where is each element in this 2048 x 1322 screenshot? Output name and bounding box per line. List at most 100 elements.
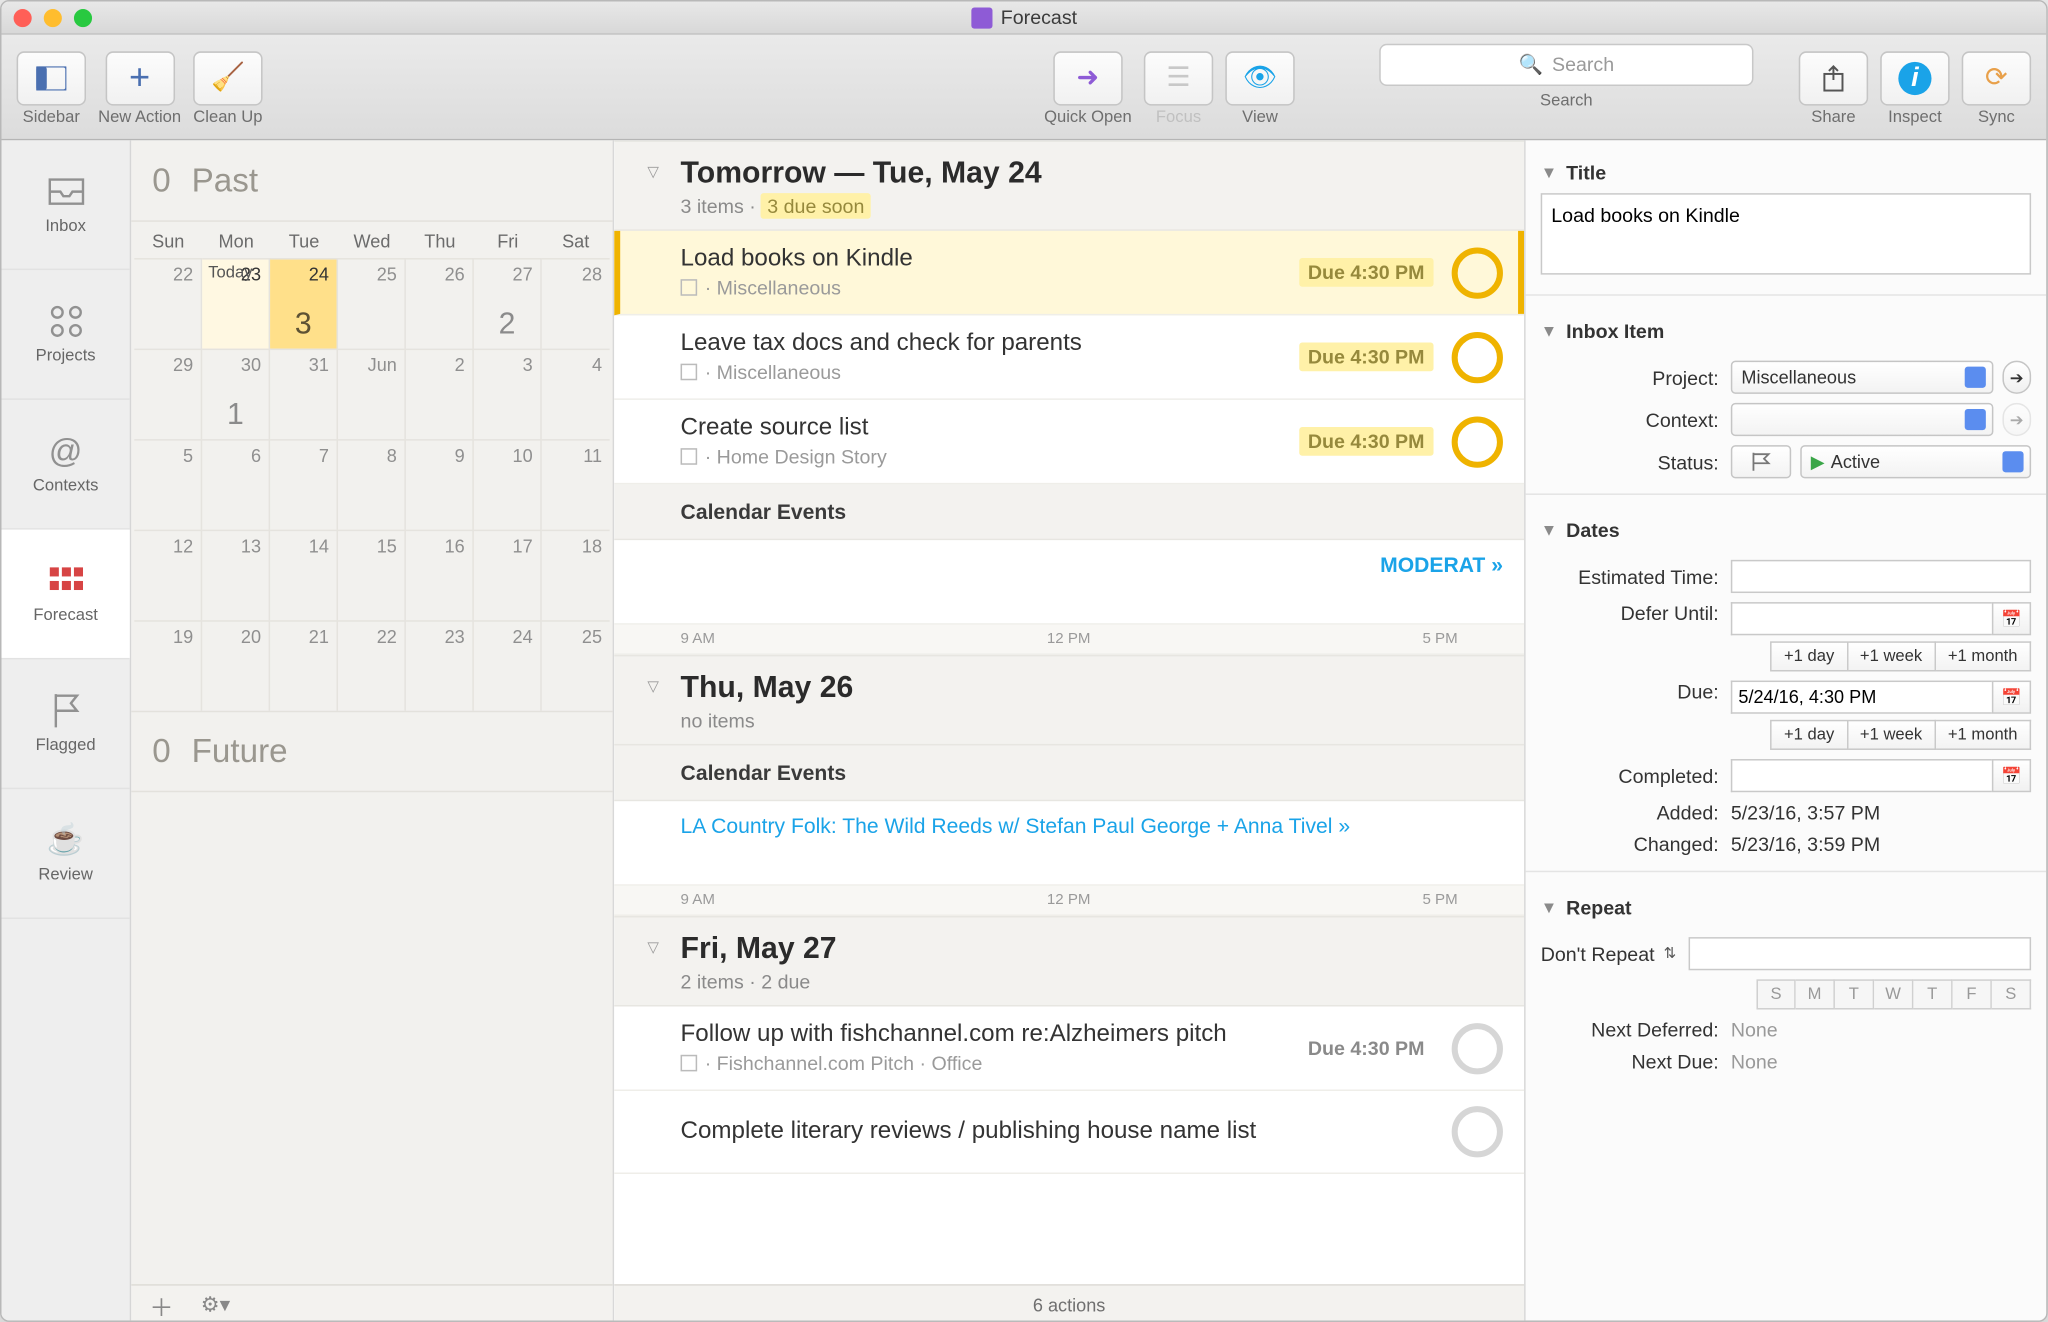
dow-toggle[interactable]: S <box>1992 979 2031 1009</box>
calendar-event[interactable]: MODERAT » <box>1380 552 1503 576</box>
future-row[interactable]: 0 Future <box>131 711 612 792</box>
calendar-cell[interactable]: 18 <box>542 530 610 621</box>
complete-checkbox[interactable] <box>1452 1106 1503 1157</box>
complete-checkbox[interactable] <box>1452 331 1503 382</box>
calendar-cell[interactable]: 20 <box>202 620 270 711</box>
calendar-cell[interactable]: 15 <box>338 530 406 621</box>
calendar-cell[interactable]: 4 <box>542 349 610 440</box>
calendar-cell[interactable]: 10 <box>474 439 542 530</box>
dow-toggle[interactable]: T <box>1913 979 1952 1009</box>
complete-checkbox[interactable] <box>1452 1022 1503 1073</box>
repeat-mode-select[interactable]: Don't Repeat⇅ <box>1541 942 1677 965</box>
title-field[interactable] <box>1541 193 2031 274</box>
calendar-cell[interactable]: 16 <box>406 530 474 621</box>
task-row[interactable]: Follow up with fishchannel.com re:Alzhei… <box>614 1007 1524 1092</box>
calendar-cell[interactable]: 5 <box>134 439 202 530</box>
calendar-icon[interactable]: 📅 <box>1992 759 2031 792</box>
date-offset-button[interactable]: +1 day <box>1770 641 1847 671</box>
inspector-dates-header[interactable]: ▼Dates <box>1541 510 2031 551</box>
context-goto-button[interactable]: ➔ <box>2002 403 2031 436</box>
dow-toggle[interactable]: W <box>1874 979 1913 1009</box>
calendar-cell[interactable]: 22 <box>134 258 202 349</box>
focus-button[interactable]: ☰ <box>1144 51 1213 105</box>
view-button[interactable]: 👁 <box>1225 51 1294 105</box>
sidebar-item-review[interactable]: ☕ Review <box>2 789 130 919</box>
sidebar-item-inbox[interactable]: Inbox <box>2 140 130 270</box>
calendar-cell[interactable]: 9 <box>406 439 474 530</box>
calendar-icon[interactable]: 📅 <box>1992 681 2031 714</box>
calendar-cell[interactable]: 8 <box>338 439 406 530</box>
day-header[interactable]: ▽Tomorrow — Tue, May 243 items · 3 due s… <box>614 140 1524 231</box>
zoom-window-button[interactable] <box>74 8 92 26</box>
calendar-cell[interactable]: 6 <box>202 439 270 530</box>
complete-checkbox[interactable] <box>1452 416 1503 467</box>
sidebar-item-projects[interactable]: Projects <box>2 270 130 400</box>
calendar-cell[interactable]: 243 <box>270 258 338 349</box>
inspector-title-header[interactable]: ▼Title <box>1541 152 2031 193</box>
close-window-button[interactable] <box>14 8 32 26</box>
complete-checkbox[interactable] <box>1452 247 1503 298</box>
calendar-cell[interactable]: 19 <box>134 620 202 711</box>
calendar-icon[interactable]: 📅 <box>1992 602 2031 635</box>
calendar-cell[interactable]: 25 <box>542 620 610 711</box>
dow-toggle[interactable]: M <box>1796 979 1835 1009</box>
project-goto-button[interactable]: ➔ <box>2002 361 2031 394</box>
calendar-event[interactable]: LA Country Folk: The Wild Reeds w/ Stefa… <box>681 813 1503 837</box>
past-row[interactable]: 0 Past <box>131 140 612 221</box>
calendar-cell[interactable]: 23Today <box>202 258 270 349</box>
calendar-cell[interactable]: 21 <box>270 620 338 711</box>
gear-icon[interactable]: ⚙▾ <box>201 1292 231 1318</box>
date-offset-button[interactable]: +1 month <box>1936 720 2031 750</box>
calendar-cell[interactable]: 17 <box>474 530 542 621</box>
defer-field[interactable] <box>1731 602 1992 635</box>
quick-open-button[interactable]: ➜ <box>1053 51 1122 105</box>
completed-field[interactable] <box>1731 759 1992 792</box>
search-field[interactable]: 🔍 Search <box>1379 43 1753 85</box>
calendar-cell[interactable]: 11 <box>542 439 610 530</box>
sidebar-item-flagged[interactable]: Flagged <box>2 659 130 789</box>
dow-toggle[interactable]: S <box>1756 979 1795 1009</box>
task-row[interactable]: Complete literary reviews / publishing h… <box>614 1091 1524 1174</box>
calendar-cell[interactable]: 29 <box>134 349 202 440</box>
inspector-repeat-header[interactable]: ▼Repeat <box>1541 887 2031 928</box>
calendar-cell[interactable]: 31 <box>270 349 338 440</box>
calendar-cell[interactable]: 7 <box>270 439 338 530</box>
sidebar-item-forecast[interactable]: Forecast <box>2 530 130 660</box>
calendar-cell[interactable]: 12 <box>134 530 202 621</box>
calendar-cell[interactable]: 25 <box>338 258 406 349</box>
calendar-cell[interactable]: 301 <box>202 349 270 440</box>
calendar-cell[interactable]: 3 <box>474 349 542 440</box>
task-row[interactable]: Load books on Kindle · MiscellaneousDue … <box>614 231 1524 316</box>
calendar-cell[interactable]: 2 <box>406 349 474 440</box>
date-offset-button[interactable]: +1 week <box>1848 720 1936 750</box>
task-row[interactable]: Leave tax docs and check for parents · M… <box>614 315 1524 400</box>
calendar-cell[interactable]: Jun <box>338 349 406 440</box>
project-select[interactable]: Miscellaneous <box>1731 361 1993 394</box>
date-offset-button[interactable]: +1 week <box>1848 641 1936 671</box>
day-header[interactable]: ▽Fri, May 272 items · 2 due <box>614 916 1524 1007</box>
status-select[interactable]: ▶Active <box>1800 445 2031 478</box>
new-action-button[interactable]: + <box>105 51 174 105</box>
calendar-cell[interactable]: 24 <box>474 620 542 711</box>
due-field[interactable] <box>1731 681 1992 714</box>
day-header[interactable]: ▽Thu, May 26no items <box>614 655 1524 746</box>
clean-up-button[interactable]: 🧹 <box>193 51 262 105</box>
sync-button[interactable]: ⟳ <box>1962 51 2031 105</box>
calendar-cell[interactable]: 272 <box>474 258 542 349</box>
context-select[interactable] <box>1731 403 1993 436</box>
inspect-button[interactable]: i <box>1880 51 1949 105</box>
flag-toggle[interactable] <box>1731 445 1791 478</box>
estimated-field[interactable] <box>1731 560 2031 593</box>
dow-toggle[interactable]: F <box>1953 979 1992 1009</box>
date-offset-button[interactable]: +1 day <box>1770 720 1847 750</box>
calendar-cell[interactable]: 28 <box>542 258 610 349</box>
share-button[interactable] <box>1799 51 1868 105</box>
date-offset-button[interactable]: +1 month <box>1936 641 2031 671</box>
calendar-cell[interactable]: 22 <box>338 620 406 711</box>
dow-toggle[interactable]: T <box>1835 979 1874 1009</box>
sidebar-item-contexts[interactable]: @ Contexts <box>2 400 130 530</box>
calendar-cell[interactable]: 14 <box>270 530 338 621</box>
inspector-inbox-header[interactable]: ▼Inbox Item <box>1541 311 2031 352</box>
minimize-window-button[interactable] <box>44 8 62 26</box>
calendar-cell[interactable]: 26 <box>406 258 474 349</box>
